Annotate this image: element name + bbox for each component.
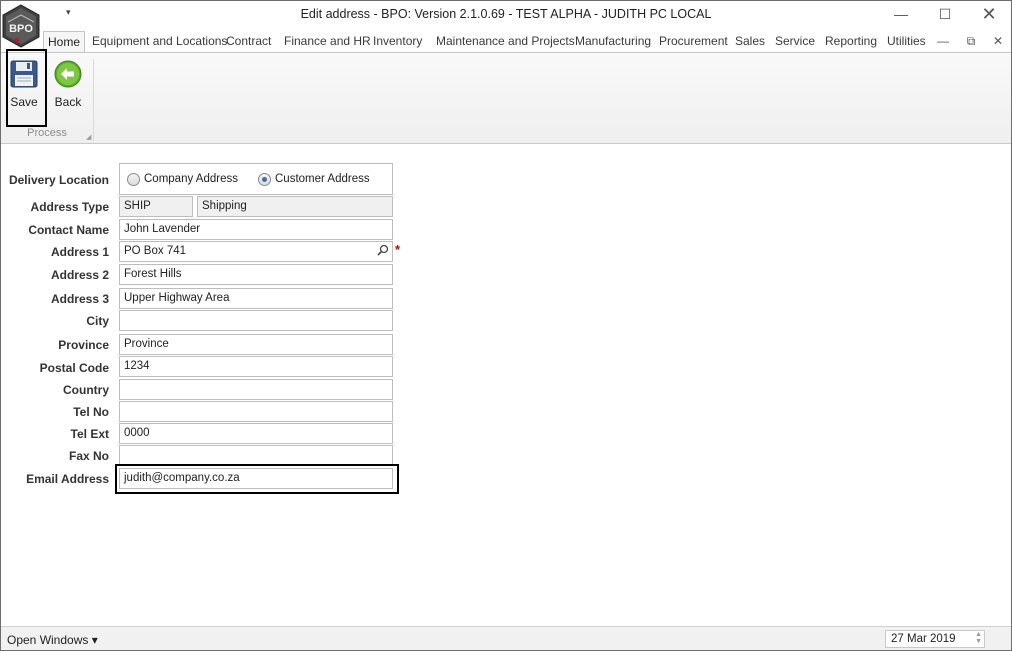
tab-reporting[interactable]: Reporting bbox=[821, 31, 881, 53]
minimize-button[interactable]: — bbox=[879, 3, 923, 27]
window-title: Edit address - BPO: Version 2.1.0.69 - T… bbox=[300, 7, 712, 21]
contact-name-field[interactable]: John Lavender bbox=[119, 219, 393, 240]
app-window: BPO ▾ Edit address - BPO: Version 2.1.0.… bbox=[0, 0, 1012, 651]
tab-manufacturing[interactable]: Manufacturing bbox=[571, 31, 655, 53]
tab-equipment-and-locations[interactable]: Equipment and Locations bbox=[88, 31, 231, 53]
maximize-button[interactable]: ☐ bbox=[923, 3, 967, 27]
tab-finance-and-hr[interactable]: Finance and HR bbox=[280, 31, 375, 53]
mdi-minimize-button[interactable]: — bbox=[933, 32, 953, 50]
tab-service[interactable]: Service bbox=[771, 31, 819, 53]
tab-procurement[interactable]: Procurement bbox=[655, 31, 732, 53]
address1-value: PO Box 741 bbox=[124, 245, 187, 257]
back-label: Back bbox=[54, 95, 82, 109]
title-bar: BPO ▾ Edit address - BPO: Version 2.1.0.… bbox=[1, 1, 1011, 48]
address1-label: Address 1 bbox=[50, 245, 109, 259]
radio-customer-address[interactable]: Customer Address bbox=[258, 173, 370, 187]
close-button[interactable]: ✕ bbox=[967, 3, 1011, 27]
search-icon[interactable] bbox=[377, 244, 389, 256]
tab-utilities[interactable]: Utilities bbox=[883, 31, 930, 53]
address-type-code-field: SHIP bbox=[119, 196, 193, 217]
email-highlight-box bbox=[115, 464, 399, 494]
delivery-location-radio-group: Company Address Customer Address bbox=[119, 163, 393, 195]
tab-contract[interactable]: Contract bbox=[222, 31, 275, 53]
radio-unchecked-icon bbox=[127, 173, 140, 186]
back-button[interactable]: Back bbox=[48, 57, 88, 113]
postal-code-label: Postal Code bbox=[39, 361, 109, 375]
status-bar: Open Windows ▾ 27 Mar 2019 ▲ ▼ bbox=[1, 626, 1011, 650]
ribbon-panel: Save Back Process ◢ bbox=[1, 52, 1011, 144]
tab-inventory[interactable]: Inventory bbox=[369, 31, 426, 53]
open-windows-button[interactable]: Open Windows ▾ bbox=[7, 633, 98, 647]
address-type-label: Address Type bbox=[30, 200, 109, 214]
email-address-label: Email Address bbox=[26, 472, 109, 486]
mdi-close-button[interactable]: ✕ bbox=[988, 32, 1008, 50]
postal-code-field[interactable]: 1234 bbox=[119, 356, 393, 377]
date-spinner-icon[interactable]: ▲ ▼ bbox=[975, 631, 982, 645]
country-label: Country bbox=[63, 383, 109, 397]
tel-no-label: Tel No bbox=[73, 405, 109, 419]
address1-field[interactable]: PO Box 741 bbox=[119, 241, 393, 262]
city-label: City bbox=[86, 314, 109, 328]
country-field[interactable] bbox=[119, 379, 393, 400]
province-field[interactable]: Province bbox=[119, 334, 393, 355]
radio-checked-icon bbox=[258, 173, 271, 186]
tab-maintenance-and-projects[interactable]: Maintenance and Projects bbox=[432, 31, 579, 53]
tel-ext-label: Tel Ext bbox=[70, 427, 109, 441]
required-indicator: * bbox=[395, 242, 401, 257]
tel-ext-field[interactable]: 0000 bbox=[119, 423, 393, 444]
ribbon-tabs: Home Equipment and Locations Contract Fi… bbox=[1, 29, 1011, 53]
ribbon-group-divider bbox=[93, 59, 94, 141]
ribbon-group-process-label: Process bbox=[27, 127, 67, 139]
back-arrow-icon bbox=[54, 60, 82, 88]
delivery-location-label: Delivery Location bbox=[8, 173, 109, 187]
fax-no-field[interactable] bbox=[119, 445, 393, 466]
date-value: 27 Mar 2019 bbox=[891, 633, 956, 645]
tab-sales[interactable]: Sales bbox=[731, 31, 769, 53]
address3-field[interactable]: Upper Highway Area bbox=[119, 288, 393, 309]
address3-label: Address 3 bbox=[50, 292, 109, 306]
tel-no-field[interactable] bbox=[119, 401, 393, 422]
date-field[interactable]: 27 Mar 2019 ▲ ▼ bbox=[885, 630, 985, 648]
province-label: Province bbox=[58, 338, 109, 352]
bpo-logo-icon[interactable]: BPO bbox=[1, 4, 41, 48]
city-field[interactable] bbox=[119, 310, 393, 331]
radio-company-address[interactable]: Company Address bbox=[127, 173, 238, 187]
address-type-description-field: Shipping bbox=[197, 196, 393, 217]
address-form: Delivery Location Company Address Custom… bbox=[1, 145, 1011, 625]
radio-customer-address-label: Customer Address bbox=[275, 173, 370, 185]
mdi-restore-button[interactable]: ⧉ bbox=[961, 32, 981, 50]
radio-company-address-label: Company Address bbox=[144, 173, 238, 185]
svg-text:BPO: BPO bbox=[9, 23, 33, 35]
address2-label: Address 2 bbox=[50, 268, 109, 282]
group-launcher-icon[interactable]: ◢ bbox=[86, 133, 91, 141]
address2-field[interactable]: Forest Hills bbox=[119, 264, 393, 285]
fax-no-label: Fax No bbox=[68, 449, 109, 463]
save-highlight-box bbox=[6, 49, 47, 127]
contact-name-label: Contact Name bbox=[28, 223, 109, 237]
tab-home[interactable]: Home bbox=[43, 31, 86, 53]
